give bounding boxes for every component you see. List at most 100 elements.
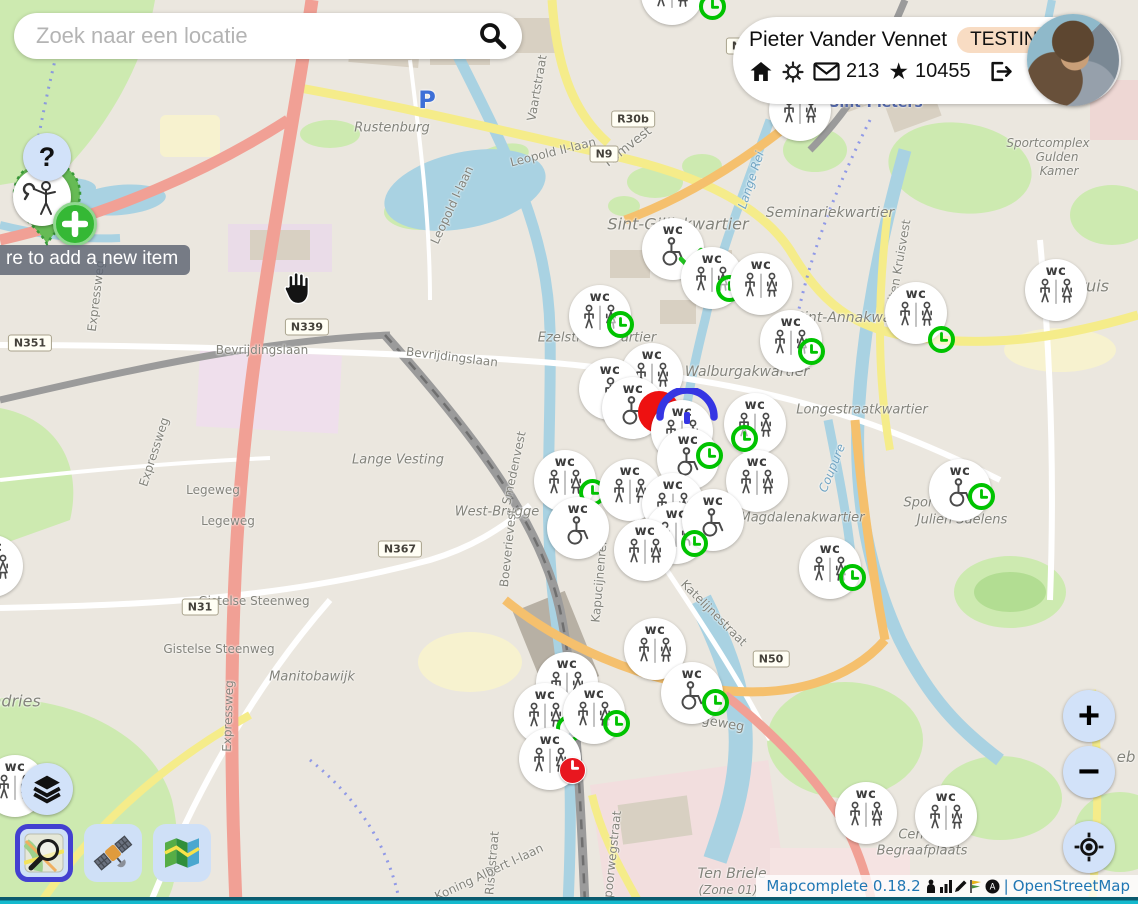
- add-item-tooltip: re to add a new item: [0, 245, 190, 275]
- wc-label: wc: [620, 465, 641, 478]
- zoom-in-button[interactable]: +: [1063, 690, 1115, 742]
- person-stats-icon[interactable]: [925, 879, 938, 893]
- clock-hands-icon: [706, 693, 725, 712]
- wc-label: wc: [568, 503, 589, 516]
- opening-hours-badge: [681, 530, 708, 557]
- zoom-out-button[interactable]: −: [1063, 746, 1115, 798]
- location-search-bar[interactable]: [14, 13, 522, 59]
- logout-icon[interactable]: [988, 60, 1014, 83]
- toilet-marker[interactable]: wc: [614, 519, 676, 581]
- wc-label: wc: [590, 291, 611, 304]
- wc-label: wc: [663, 224, 684, 237]
- folded-map-icon: [162, 836, 202, 870]
- closed-now-badge: [559, 757, 586, 784]
- mapcomplete-app: Brugge-Sint-PietersRustenburgSportcomple…: [0, 0, 1138, 904]
- toilet-marker[interactable]: wc: [730, 253, 792, 315]
- opening-hours-badge: [798, 338, 825, 365]
- man-woman-icon: [925, 804, 967, 832]
- clock-hands-icon: [700, 446, 719, 465]
- wc-label: wc: [950, 465, 971, 478]
- search-input[interactable]: [34, 22, 476, 50]
- star-icon: ★: [888, 60, 909, 83]
- bar-chart-icon[interactable]: [939, 879, 953, 893]
- osm-link[interactable]: OpenStreetMap: [1013, 877, 1130, 895]
- satellite-button[interactable]: [84, 824, 142, 882]
- clock-hands-icon: [843, 568, 862, 587]
- blue-arc-marker[interactable]: [655, 388, 719, 426]
- man-woman-icon: [651, 0, 693, 10]
- opening-hours-badge: [968, 483, 995, 510]
- man-woman-icon: [1035, 278, 1077, 306]
- man-woman-icon: [624, 538, 666, 566]
- opening-hours-badge: [702, 689, 729, 716]
- clock-hands-icon: [703, 0, 722, 16]
- man-woman-icon: [634, 637, 676, 665]
- wc-label: wc: [540, 734, 561, 747]
- osm-carto-button[interactable]: [15, 824, 73, 882]
- wc-label: wc: [820, 543, 841, 556]
- wc-label: wc: [600, 364, 621, 377]
- man-woman-icon: [895, 301, 937, 329]
- attribution-separator: |: [1004, 877, 1009, 895]
- wc-label: wc: [747, 456, 768, 469]
- svg-text:A: A: [989, 882, 995, 892]
- wc-label: wc: [1046, 265, 1067, 278]
- poi-markers-layer: wc wc wc wc wc: [0, 0, 1138, 904]
- help-button[interactable]: ?: [23, 133, 71, 181]
- opening-hours-badge: [607, 311, 634, 338]
- toilet-marker[interactable]: wc: [641, 0, 703, 25]
- home-icon[interactable]: [749, 61, 773, 82]
- wc-label: wc: [682, 668, 703, 681]
- clock-hands-icon: [802, 342, 821, 361]
- search-icon[interactable]: [476, 20, 508, 52]
- toilet-marker[interactable]: wc: [547, 497, 609, 559]
- attribution-icons: A: [925, 879, 1000, 894]
- folded-map-button[interactable]: [153, 824, 211, 882]
- attribution-bar: Mapcomplete 0.18.2 A | OpenStreetMap: [756, 875, 1138, 897]
- message-count: 213: [846, 60, 879, 83]
- user-avatar[interactable]: [1027, 14, 1119, 106]
- changeset-count: 10455: [915, 60, 971, 83]
- wc-label: wc: [635, 525, 656, 538]
- geolocate-button[interactable]: [1063, 821, 1115, 873]
- minus-glyph: −: [1078, 751, 1100, 794]
- wc-label: wc: [557, 658, 578, 671]
- man-woman-icon: [845, 801, 887, 829]
- clock-hands-icon: [972, 487, 991, 506]
- clock-hands-icon: [735, 429, 754, 448]
- clock-hands-icon: [607, 714, 626, 733]
- man-woman-icon: [740, 272, 782, 300]
- opening-hours-badge: [928, 326, 955, 353]
- opening-hours-badge: [696, 442, 723, 469]
- wc-label: wc: [584, 688, 605, 701]
- user-name: Pieter Vander Vennet: [749, 28, 947, 52]
- flag-icon[interactable]: [969, 879, 984, 893]
- arc-icon: [655, 388, 719, 426]
- crosshair-icon: [1073, 831, 1105, 863]
- hand-cursor-icon: [279, 269, 313, 307]
- clock-hands-icon: [685, 534, 704, 553]
- wc-label: wc: [906, 288, 927, 301]
- wc-label: wc: [0, 541, 2, 554]
- clock-hands-icon: [611, 315, 630, 334]
- opening-hours-badge: [839, 564, 866, 591]
- toilet-marker[interactable]: wc: [915, 785, 977, 847]
- toilet-marker[interactable]: wc: [0, 535, 23, 597]
- map-magnifier-icon: [24, 833, 64, 873]
- gear-icon[interactable]: [782, 61, 804, 83]
- pencil-icon[interactable]: [954, 879, 968, 893]
- wc-label: wc: [555, 456, 576, 469]
- toilet-marker[interactable]: wc: [1025, 259, 1087, 321]
- add-item-plus-button[interactable]: [53, 202, 97, 246]
- circle-a-icon[interactable]: A: [985, 879, 1000, 894]
- app-version[interactable]: Mapcomplete 0.18.2: [766, 877, 920, 895]
- wheelchair-icon: [560, 516, 596, 547]
- wc-label: wc: [703, 495, 724, 508]
- satellite-icon: [91, 831, 135, 875]
- layers-button[interactable]: [21, 763, 73, 815]
- mail-icon[interactable]: [813, 62, 840, 81]
- wc-label: wc: [642, 349, 663, 362]
- toilet-marker[interactable]: wc: [835, 782, 897, 844]
- wc-label: wc: [936, 791, 957, 804]
- question-mark: ?: [39, 142, 56, 173]
